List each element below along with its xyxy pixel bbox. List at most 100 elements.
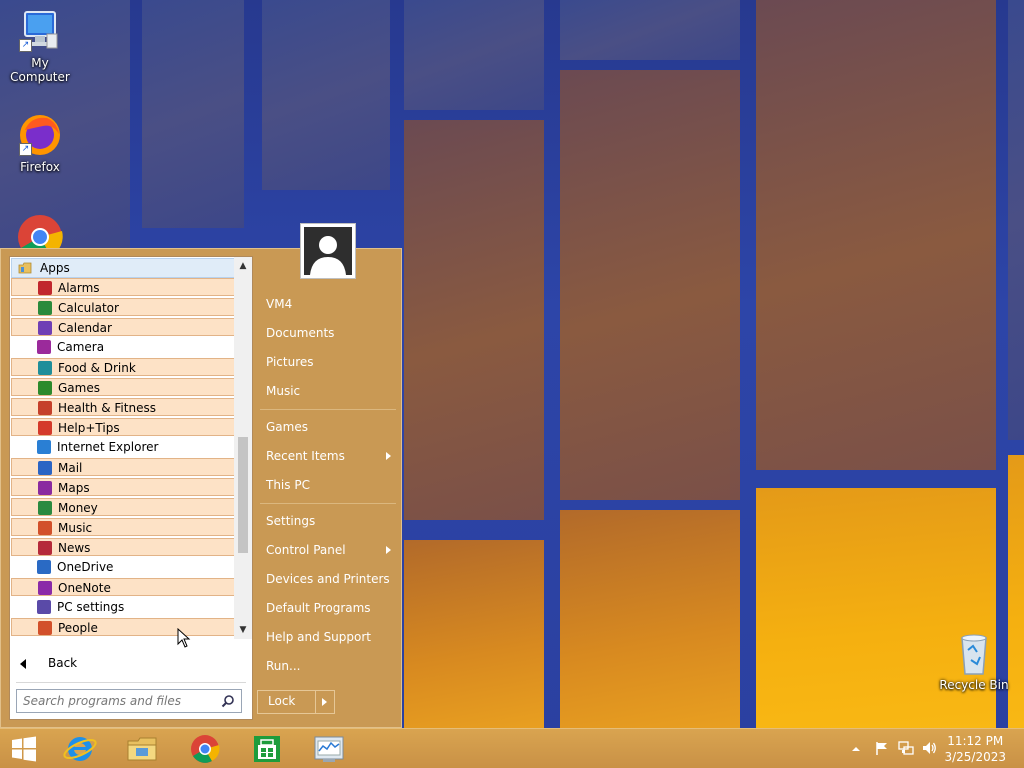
apps-header-label: Apps (40, 261, 70, 275)
list-item[interactable]: Internet Explorer (11, 438, 235, 456)
start-button[interactable] (4, 733, 44, 765)
desktop-icon-label: My Computer (10, 56, 70, 84)
app-label: Calendar (58, 321, 112, 335)
taskbar-task-manager[interactable] (309, 733, 349, 765)
list-item[interactable]: News (11, 538, 235, 556)
start-menu-link[interactable]: Control Panel (266, 540, 391, 560)
start-menu-link-label: Settings (266, 514, 316, 528)
app-label: Food & Drink (58, 361, 136, 375)
desktop-icon-recycle-bin[interactable]: Recycle Bin (934, 630, 1014, 692)
action-center-flag[interactable] (874, 740, 890, 759)
app-icon (38, 361, 52, 375)
taskbar-store[interactable] (247, 733, 287, 765)
taskbar-internet-explorer[interactable] (60, 733, 100, 765)
computer-icon: ↗ (17, 8, 63, 54)
list-item[interactable]: Alarms (11, 278, 235, 296)
list-item[interactable]: Money (11, 498, 235, 516)
desktop-icon-label: Firefox (20, 160, 60, 174)
app-label: Mail (58, 461, 83, 475)
user-avatar[interactable] (300, 223, 356, 279)
start-menu-link[interactable]: Games (266, 417, 308, 437)
search-icon[interactable] (221, 694, 235, 708)
divider (16, 682, 246, 683)
list-item[interactable]: Games (11, 378, 235, 396)
scroll-up-arrow-icon[interactable]: ▲ (234, 257, 252, 275)
start-menu-link[interactable]: VM4 (266, 294, 292, 314)
app-icon (37, 340, 51, 354)
user-icon (304, 227, 352, 275)
search-box[interactable] (16, 689, 242, 713)
apps-scrollbar[interactable]: ▲ ▼ (234, 257, 252, 639)
scrollbar-thumb[interactable] (238, 437, 248, 553)
app-label: Camera (57, 340, 105, 354)
list-item[interactable]: OneNote (11, 578, 235, 596)
app-icon (38, 381, 52, 395)
app-icon (38, 321, 52, 335)
list-item[interactable]: PC settings (11, 598, 235, 616)
list-item[interactable]: People (11, 618, 235, 636)
volume-control[interactable] (921, 740, 937, 759)
list-item[interactable]: Help+Tips (11, 418, 235, 436)
start-menu-link[interactable]: Recent Items (266, 446, 391, 466)
search-input[interactable] (17, 690, 225, 712)
app-label: Health & Fitness (58, 401, 156, 415)
clock-date: 3/25/2023 (944, 750, 1006, 764)
network-icon (898, 741, 914, 755)
start-menu-link[interactable]: Run... (266, 656, 300, 676)
clock-time: 11:12 PM (947, 734, 1004, 748)
flag-icon (876, 742, 887, 755)
start-menu-link[interactable]: Documents (266, 323, 334, 343)
desktop-icon-my-computer[interactable]: ↗ My Computer (0, 8, 80, 84)
scroll-down-arrow-icon[interactable]: ▼ (234, 621, 252, 639)
app-label: Money (58, 501, 98, 515)
app-icon (37, 560, 51, 574)
list-item[interactable]: Calculator (11, 298, 235, 316)
list-item[interactable]: Music (11, 518, 235, 536)
start-menu-link[interactable]: Devices and Printers (266, 569, 390, 589)
submenu-arrow-icon (386, 452, 391, 460)
submenu-arrow-icon (386, 546, 391, 554)
lock-button[interactable]: Lock (257, 690, 335, 714)
list-item[interactable]: Maps (11, 478, 235, 496)
app-label: News (58, 541, 91, 555)
app-label: People (58, 621, 98, 635)
speaker-icon (923, 742, 936, 754)
app-label: Calculator (58, 301, 119, 315)
list-item[interactable]: Calendar (11, 318, 235, 336)
apps-folder-header[interactable]: Apps (11, 258, 235, 278)
app-icon (37, 440, 51, 454)
app-label: Games (58, 381, 100, 395)
app-icon (38, 501, 52, 515)
back-label: Back (48, 656, 78, 670)
start-menu-link[interactable]: Music (266, 381, 300, 401)
app-label: OneDrive (57, 560, 114, 574)
app-icon (38, 401, 52, 415)
list-item[interactable]: Mail (11, 458, 235, 476)
list-item[interactable]: Health & Fitness (11, 398, 235, 416)
list-item[interactable]: Camera (11, 338, 235, 356)
list-item[interactable]: OneDrive (11, 558, 235, 576)
start-menu-link-label: Documents (266, 326, 335, 340)
taskbar-clock[interactable]: 11:12 PM 3/25/2023 (944, 733, 1006, 765)
back-button[interactable]: Back (10, 649, 252, 677)
app-icon (38, 421, 52, 435)
show-hidden-icons-button[interactable] (850, 743, 862, 757)
start-menu-link[interactable]: This PC (266, 475, 310, 495)
start-menu-link[interactable]: Pictures (266, 352, 314, 372)
app-icon (38, 541, 52, 555)
mouse-cursor-icon (177, 628, 191, 648)
taskbar-chrome[interactable] (185, 733, 225, 765)
taskbar: 11:12 PM 3/25/2023 (0, 728, 1024, 768)
desktop-icon-firefox[interactable]: ↗ Firefox (0, 112, 80, 174)
network-status[interactable] (898, 740, 914, 759)
internet-explorer-icon (63, 737, 97, 761)
start-menu-link-label: Recent Items (266, 449, 345, 463)
start-menu-link[interactable]: Default Programs (266, 598, 371, 618)
start-menu-link[interactable]: Help and Support (266, 627, 371, 647)
app-icon (38, 481, 52, 495)
list-item[interactable]: Food & Drink (11, 358, 235, 376)
taskbar-file-explorer[interactable] (122, 733, 162, 765)
store-icon (254, 736, 280, 762)
start-menu-link[interactable]: Settings (266, 511, 315, 531)
lock-options-arrow-icon[interactable] (322, 698, 327, 706)
